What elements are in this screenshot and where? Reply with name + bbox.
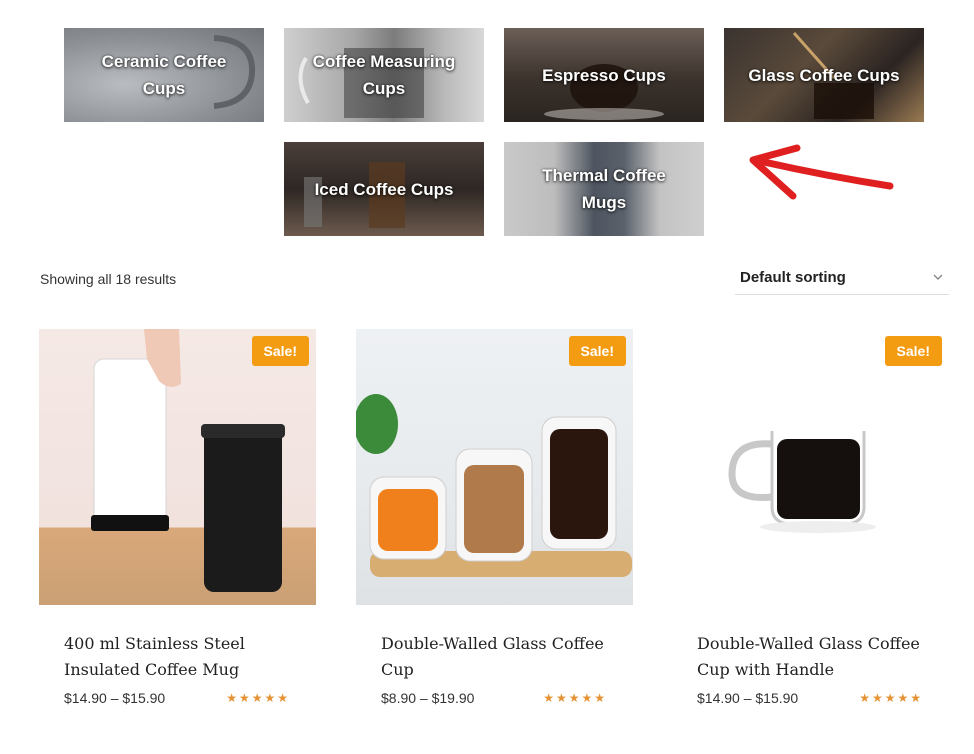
category-espresso-cups[interactable]: Espresso Cups [504, 28, 704, 122]
category-ceramic-coffee-cups[interactable]: Ceramic Coffee Cups [64, 28, 264, 122]
red-arrow-icon [749, 144, 894, 200]
category-glass-coffee-cups[interactable]: Glass Coffee Cups [724, 28, 924, 122]
sorting-select[interactable]: Default sorting [735, 262, 949, 295]
product-title[interactable]: Double-Walled Glass Coffee Cup with Hand… [697, 631, 937, 683]
category-label: Thermal Coffee Mugs [542, 166, 666, 212]
product-price: $8.90 – $19.90 [381, 690, 475, 706]
product-image[interactable]: Sale! [356, 329, 633, 605]
product-price: $14.90 – $15.90 [64, 690, 166, 706]
category-thermal-coffee-mugs[interactable]: Thermal Coffee Mugs [504, 142, 704, 236]
product-title[interactable]: Double-Walled Glass Coffee Cup [381, 631, 621, 683]
sale-badge: Sale! [251, 336, 309, 366]
category-label: Ceramic Coffee Cups [101, 52, 227, 98]
rating-stars: ★★★★★ [226, 691, 290, 705]
result-count: Showing all 18 results [40, 271, 177, 287]
glass-cups-illustration [356, 394, 632, 577]
thermal-mug-illustration [91, 329, 285, 592]
product-title[interactable]: 400 ml Stainless Steel Insulated Coffee … [64, 631, 304, 683]
sorting-selected-value: Default sorting [740, 268, 846, 286]
product-image[interactable]: Sale! [672, 329, 949, 605]
category-label: Glass Coffee Cups [748, 65, 900, 85]
rating-stars: ★★★★★ [543, 691, 607, 705]
category-label: Iced Coffee Cups [314, 179, 454, 199]
chevron-down-icon [933, 274, 943, 280]
category-label: Espresso Cups [542, 65, 666, 85]
rating-stars: ★★★★★ [859, 691, 923, 705]
product-image[interactable]: Sale! [39, 329, 316, 605]
sale-badge: Sale! [568, 336, 626, 366]
category-label: Coffee Measuring Cups [312, 52, 456, 98]
product-card[interactable]: Sale! Double-Walled Glass Coffee Cup $8.… [356, 329, 633, 706]
category-coffee-measuring-cups[interactable]: Coffee Measuring Cups [284, 28, 484, 122]
product-card[interactable]: Sale! 400 ml Stainless Steel Insulated C… [39, 329, 316, 706]
category-iced-coffee-cups[interactable]: Iced Coffee Cups [284, 142, 484, 236]
product-price: $14.90 – $15.90 [697, 690, 799, 706]
sale-badge: Sale! [884, 336, 942, 366]
glass-cup-handle-illustration [728, 431, 876, 533]
product-card[interactable]: Sale! Double-Walled Glass Coffee Cup wit… [672, 329, 949, 706]
